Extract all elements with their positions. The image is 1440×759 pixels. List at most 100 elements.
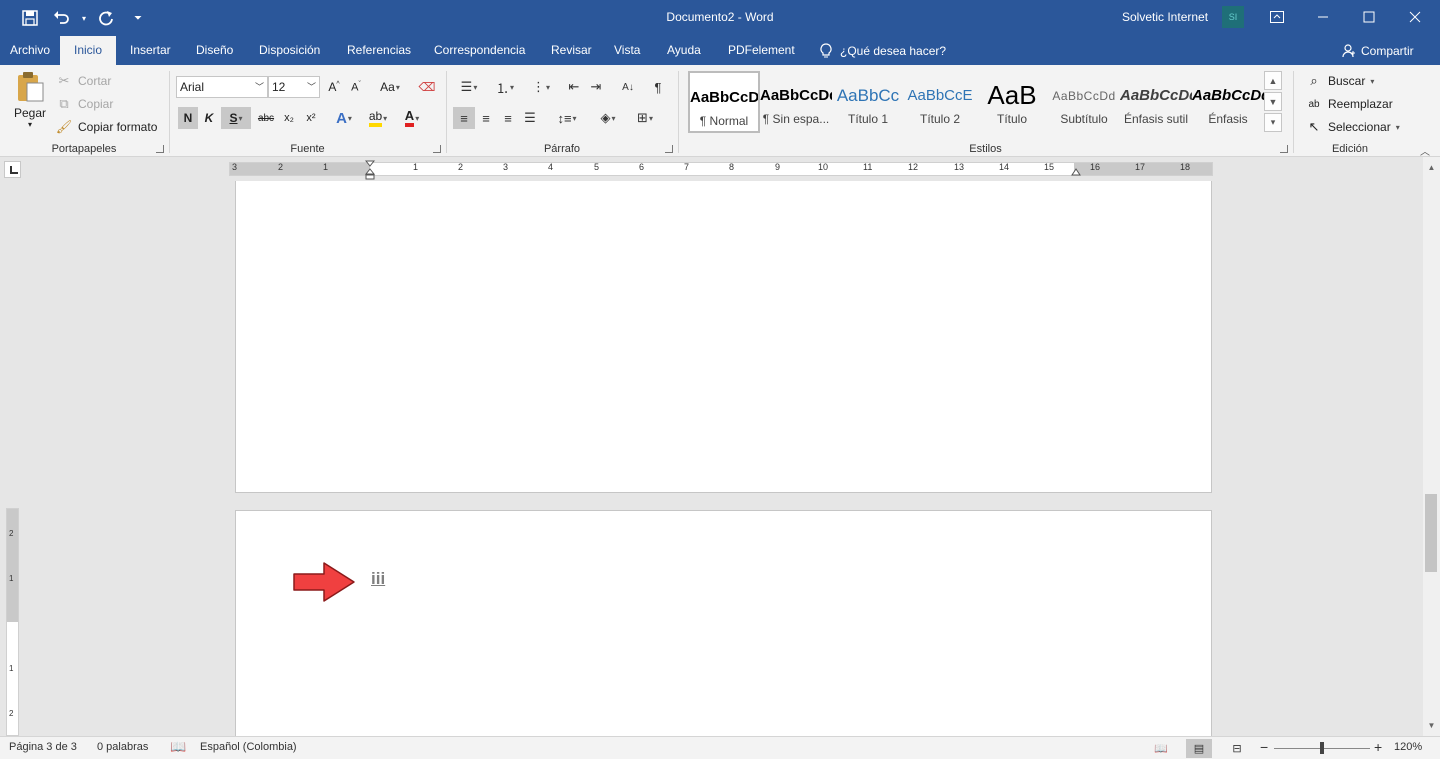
tab-archivo[interactable]: Archivo [10, 36, 50, 65]
style-heading-1[interactable]: AaBbCc Título 1 [832, 71, 904, 133]
font-size-combo[interactable]: 12 ﹀ [268, 76, 320, 98]
change-case-button[interactable]: Aa ▾ [374, 76, 406, 98]
zoom-slider-thumb[interactable] [1320, 742, 1324, 754]
italic-button[interactable]: K [199, 107, 219, 129]
customize-qat-button[interactable]: ⏷ [122, 0, 154, 36]
text-effects-button[interactable]: A ▾ [330, 107, 358, 129]
borders-button[interactable]: ⊞ ▾ [629, 107, 661, 129]
tab-insertar[interactable]: Insertar [130, 36, 171, 65]
document-area[interactable]: iii [0, 181, 1423, 736]
cut-button[interactable]: ✂ Cortar [54, 71, 112, 91]
style-no-spacing[interactable]: AaBbCcDd ¶ Sin espa... [760, 71, 832, 133]
shrink-font-button[interactable]: Aˇ [346, 76, 366, 98]
share-button[interactable]: Compartir [1342, 36, 1414, 65]
multilevel-list-button[interactable]: ⋮ ▾ [525, 76, 557, 98]
increase-indent-button[interactable]: ⇥ [585, 76, 607, 98]
align-right-button[interactable]: ≡ [497, 107, 519, 129]
tab-selector[interactable] [4, 161, 21, 178]
close-button[interactable] [1392, 0, 1438, 34]
indent-marker[interactable] [365, 160, 375, 180]
styles-dialog-launcher[interactable] [1280, 145, 1288, 153]
scroll-down-button[interactable]: ▼ [1423, 717, 1440, 734]
undo-dropdown[interactable]: ▾ [78, 0, 90, 36]
read-mode-button[interactable]: 📖 [1148, 739, 1174, 758]
style-title[interactable]: AaB Título [976, 71, 1048, 133]
scroll-thumb[interactable] [1425, 494, 1437, 572]
page-count[interactable]: Página 3 de 3 [9, 741, 77, 753]
line-spacing-button[interactable]: ↕≡ ▾ [551, 107, 583, 129]
tell-me-box[interactable]: ¿Qué desea hacer? [820, 36, 946, 65]
tab-disposicion[interactable]: Disposición [259, 36, 320, 65]
ribbon-display-options-button[interactable] [1254, 0, 1300, 34]
gallery-more[interactable]: ▾ [1264, 113, 1282, 132]
right-indent-marker[interactable] [1071, 168, 1081, 176]
clipboard-dialog-launcher[interactable] [156, 145, 164, 153]
tab-vista[interactable]: Vista [614, 36, 640, 65]
collapse-ribbon-button[interactable]: ︿ [1420, 143, 1434, 158]
language-indicator[interactable]: Español (Colombia) [200, 741, 297, 753]
vertical-scrollbar[interactable]: ▲ ▼ [1423, 157, 1440, 736]
copy-button[interactable]: ⧉ Copiar [54, 94, 113, 114]
highlight-button[interactable]: ab ▾ [363, 107, 393, 129]
zoom-in-button[interactable]: + [1374, 739, 1382, 755]
tab-pdfelement[interactable]: PDFelement [728, 36, 795, 65]
gallery-scroll-up[interactable]: ▲ [1264, 71, 1282, 90]
font-color-button[interactable]: A ▾ [397, 107, 427, 129]
page-number-field[interactable]: iii [371, 569, 385, 589]
horizontal-ruler[interactable]: 3 2 1 1 2 3 4 5 6 7 8 9 10 11 12 13 14 1… [229, 162, 1213, 176]
minimize-button[interactable] [1300, 0, 1346, 34]
redo-button[interactable] [90, 0, 122, 36]
subscript-button[interactable]: x₂ [279, 107, 299, 129]
bold-button[interactable]: N [178, 107, 198, 129]
numbering-button[interactable]: ⒈ ▾ [489, 76, 521, 98]
gallery-scroll-down[interactable]: ▼ [1264, 92, 1282, 111]
tab-diseno[interactable]: Diseño [196, 36, 233, 65]
superscript-button[interactable]: x² [301, 107, 321, 129]
underline-button[interactable]: S ▾ [221, 107, 251, 129]
tab-correspondencia[interactable]: Correspondencia [434, 36, 525, 65]
page-3[interactable]: iii [235, 510, 1212, 736]
proofing-icon[interactable]: 📖 [170, 739, 186, 755]
align-left-button[interactable]: ≡ [453, 107, 475, 129]
tab-inicio[interactable]: Inicio [60, 36, 117, 65]
select-button[interactable]: ↖ Seleccionar ▾ [1304, 117, 1400, 137]
vertical-ruler[interactable]: 2 1 1 2 [6, 508, 19, 736]
find-button[interactable]: ⌕ Buscar ▾ [1304, 71, 1374, 91]
user-name[interactable]: Solvetic Internet [1122, 10, 1208, 24]
sort-button[interactable]: A↓ [617, 76, 639, 98]
bullets-button[interactable]: ☰ ▾ [453, 76, 485, 98]
user-avatar[interactable]: SI [1222, 6, 1244, 28]
decrease-indent-button[interactable]: ⇤ [563, 76, 585, 98]
show-marks-button[interactable]: ¶ [647, 76, 669, 98]
maximize-button[interactable] [1346, 0, 1392, 34]
format-painter-button[interactable]: 🖌 Copiar formato [54, 117, 158, 137]
paste-button[interactable]: Pegar ▾ [10, 71, 50, 135]
paragraph-dialog-launcher[interactable] [665, 145, 673, 153]
undo-button[interactable] [46, 0, 78, 36]
grow-font-button[interactable]: A^ [324, 76, 344, 98]
font-name-combo[interactable]: Arial ﹀ [176, 76, 268, 98]
tab-ayuda[interactable]: Ayuda [667, 36, 701, 65]
clear-formatting-button[interactable]: ⌫ [417, 76, 437, 98]
style-subtitle[interactable]: AaBbCcDd Subtítulo [1048, 71, 1120, 133]
align-center-button[interactable]: ≡ [475, 107, 497, 129]
strikethrough-button[interactable]: abc [255, 107, 277, 129]
style-emphasis[interactable]: AaBbCcDd Énfasis [1192, 71, 1264, 133]
save-button[interactable] [14, 0, 46, 36]
zoom-level[interactable]: 120% [1394, 741, 1422, 753]
tab-referencias[interactable]: Referencias [347, 36, 411, 65]
word-count[interactable]: 0 palabras [97, 741, 148, 753]
shading-button[interactable]: ◈ ▾ [593, 107, 623, 129]
style-subtle-emphasis[interactable]: AaBbCcDd Énfasis sutil [1120, 71, 1192, 133]
style-normal[interactable]: AaBbCcDd ¶ Normal [688, 71, 760, 133]
zoom-out-button[interactable]: − [1260, 739, 1268, 755]
page-2[interactable] [235, 181, 1212, 493]
justify-button[interactable]: ☰ [519, 107, 541, 129]
replace-button[interactable]: ab Reemplazar [1304, 94, 1392, 114]
font-dialog-launcher[interactable] [433, 145, 441, 153]
scroll-up-button[interactable]: ▲ [1423, 159, 1440, 176]
style-heading-2[interactable]: AaBbCcE Título 2 [904, 71, 976, 133]
print-layout-button[interactable]: ▤ [1186, 739, 1212, 758]
web-layout-button[interactable]: ⊟ [1224, 739, 1250, 758]
tab-revisar[interactable]: Revisar [551, 36, 592, 65]
